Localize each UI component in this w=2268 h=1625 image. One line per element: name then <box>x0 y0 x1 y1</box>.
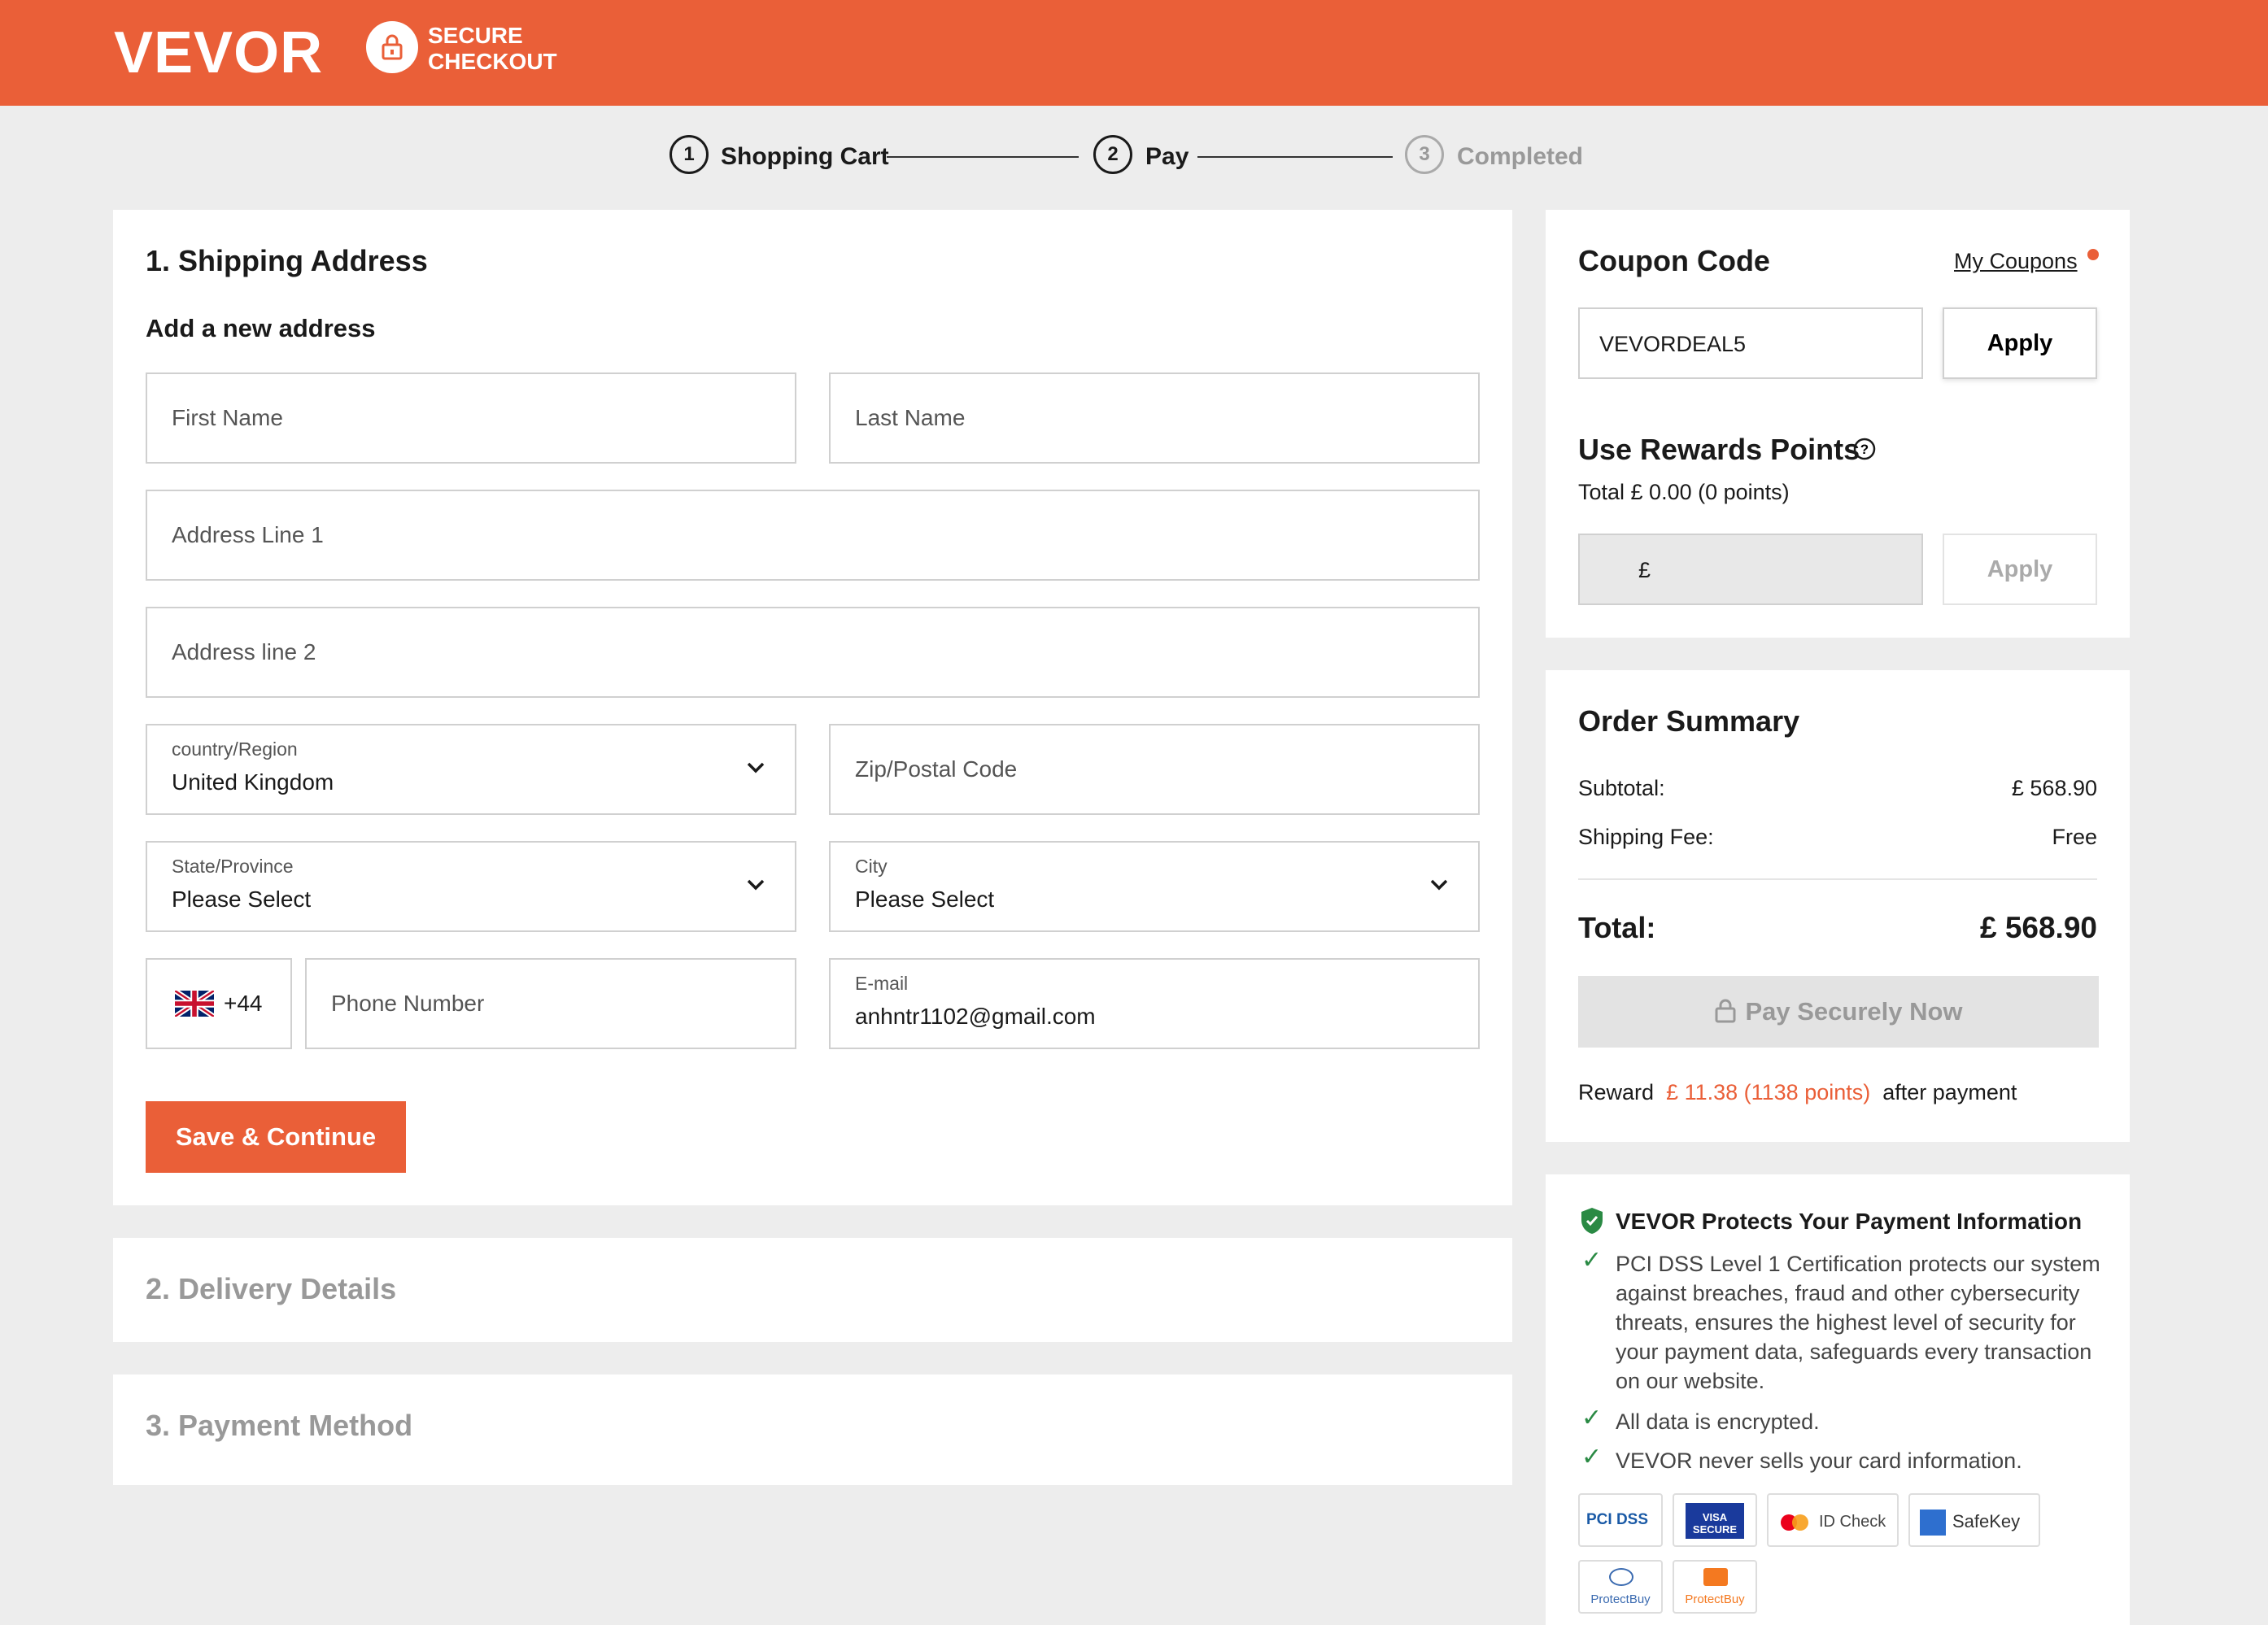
amex-icon <box>1920 1510 1946 1536</box>
help-icon[interactable]: ? <box>1853 438 1876 460</box>
pci-dss-badge: PCI DSS <box>1578 1493 1663 1547</box>
address-line-2-field[interactable]: Address line 2 <box>146 607 1480 698</box>
payment-method-card[interactable]: 3. Payment Method <box>113 1374 1512 1485</box>
coupon-code-input[interactable]: VEVORDEAL5 <box>1578 307 1923 379</box>
discover-protectbuy-badge: ProtectBuy <box>1673 1560 1757 1614</box>
address-line-1-field[interactable]: Address Line 1 <box>146 490 1480 581</box>
mastercard-icon <box>1781 1514 1808 1531</box>
check-icon: ✓ <box>1581 1405 1603 1431</box>
rewards-title: Use Rewards Points <box>1578 433 1860 466</box>
diners-icon <box>1609 1568 1633 1586</box>
add-address-subtitle: Add a new address <box>146 314 376 342</box>
svg-text:?: ? <box>1860 442 1869 457</box>
first-name-field[interactable]: First Name <box>146 372 796 464</box>
save-continue-button[interactable]: Save & Continue <box>146 1101 406 1173</box>
shipping-fee-label: Shipping Fee: <box>1578 825 1714 849</box>
total-value: £ 568.90 <box>1979 911 2097 944</box>
check-icon: ✓ <box>1581 1444 1603 1470</box>
secure-checkout-label: SECURE CHECKOUT <box>428 23 557 74</box>
coupon-rewards-card: Coupon Code My Coupons VEVORDEAL5 Apply … <box>1546 210 2130 638</box>
step-1-number: 1 <box>669 135 709 174</box>
phone-country-code[interactable]: +44 <box>146 958 292 1049</box>
order-summary-title: Order Summary <box>1578 704 1800 738</box>
apply-coupon-button[interactable]: Apply <box>1943 307 2097 379</box>
city-select[interactable]: City Please Select <box>829 841 1480 932</box>
shipping-address-card: 1. Shipping Address Add a new address Fi… <box>113 210 1512 1205</box>
subtotal-value: £ 568.90 <box>2011 776 2097 800</box>
notification-dot <box>2087 249 2099 260</box>
state-select[interactable]: State/Province Please Select <box>146 841 796 932</box>
rewards-amount-input[interactable]: £ <box>1578 534 1923 605</box>
step-2-number: 2 <box>1093 135 1132 174</box>
step-divider <box>1197 156 1393 158</box>
mastercard-id-check-badge: ID Check <box>1767 1493 1899 1547</box>
apply-rewards-button[interactable]: Apply <box>1943 534 2097 605</box>
subtotal-label: Subtotal: <box>1578 776 1665 800</box>
check-icon: ✓ <box>1581 1247 1603 1274</box>
delivery-title: 2. Delivery Details <box>146 1272 397 1305</box>
total-label: Total: <box>1578 911 1656 944</box>
reward-after-payment: Reward £ 11.38 (1138 points) after payme… <box>1578 1080 2017 1104</box>
step-divider <box>887 156 1079 158</box>
lock-icon <box>366 21 418 73</box>
shipping-title: 1. Shipping Address <box>146 244 428 277</box>
never-sells-note: VEVOR never sells your card information. <box>1616 1449 2022 1473</box>
step-completed: Completed <box>1457 143 1584 170</box>
order-summary-card: Order Summary Subtotal: £ 568.90 Shippin… <box>1546 670 2130 1142</box>
checkout-steps: 1 Shopping Cart 2 Pay 3 Completed <box>0 135 2268 181</box>
step-pay: Pay <box>1145 143 1189 170</box>
zip-code-field[interactable]: Zip/Postal Code <box>829 724 1480 815</box>
encrypted-note: All data is encrypted. <box>1616 1409 1820 1434</box>
payment-protection-card: VEVOR Protects Your Payment Information … <box>1546 1174 2130 1625</box>
protectbuy-badge: ProtectBuy <box>1578 1560 1663 1614</box>
chevron-down-icon <box>747 762 765 773</box>
phone-number-field[interactable]: Phone Number <box>305 958 796 1049</box>
protection-title: VEVOR Protects Your Payment Information <box>1616 1209 2083 1234</box>
my-coupons-link[interactable]: My Coupons <box>1954 249 2078 274</box>
chevron-down-icon <box>747 879 765 891</box>
pci-description: PCI DSS Level 1 Certification protects o… <box>1616 1252 2100 1393</box>
top-bar: VEVOR SECURE CHECKOUT <box>0 0 2268 106</box>
discover-icon <box>1703 1568 1728 1586</box>
amex-safekey-badge: SafeKey <box>1908 1493 2040 1547</box>
vevor-logo[interactable]: VEVOR <box>114 20 323 86</box>
step-shopping-cart[interactable]: Shopping Cart <box>721 143 889 171</box>
coupon-title: Coupon Code <box>1578 244 1770 277</box>
country-select[interactable]: country/Region United Kingdom <box>146 724 796 815</box>
visa-secure-badge: VISA SECURE <box>1673 1493 1757 1547</box>
email-field[interactable]: E-mail anhntr1102@gmail.com <box>829 958 1480 1049</box>
summary-divider <box>1578 878 2097 880</box>
uk-flag-icon <box>175 991 214 1017</box>
lock-icon <box>1715 999 1736 1023</box>
chevron-down-icon <box>1430 879 1448 891</box>
delivery-details-card[interactable]: 2. Delivery Details <box>113 1238 1512 1342</box>
last-name-field[interactable]: Last Name <box>829 372 1480 464</box>
step-3-number: 3 <box>1405 135 1444 174</box>
payment-title: 3. Payment Method <box>146 1409 413 1442</box>
shipping-fee-value: Free <box>2052 825 2097 849</box>
pay-securely-button[interactable]: Pay Securely Now <box>1578 976 2099 1048</box>
rewards-total: Total £ 0.00 (0 points) <box>1578 480 1790 504</box>
shield-check-icon <box>1581 1208 1603 1234</box>
